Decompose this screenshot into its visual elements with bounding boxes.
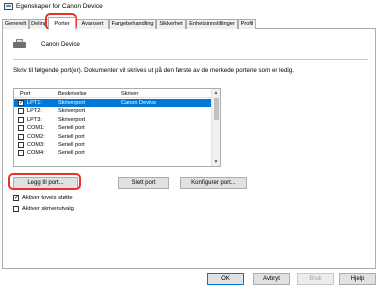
column-header-description[interactable]: Beskrivelse	[58, 91, 87, 97]
port-description: Skriverport	[58, 108, 86, 115]
port-description: Seriell port	[58, 125, 85, 132]
add-port-button[interactable]: Legg til port...	[13, 177, 78, 189]
instruction-text: Skriv til følgende port(er). Dokumenter …	[13, 67, 294, 74]
tab-sikkerhet[interactable]: Sikkerhet	[156, 19, 186, 29]
tab-enhetsinnstillinger[interactable]: Enhetsinnstillinger	[186, 19, 238, 29]
scroll-thumb[interactable]	[214, 98, 219, 120]
port-row[interactable]: COM2: Seriell port	[14, 133, 212, 141]
help-button[interactable]: Hjelp	[339, 273, 376, 285]
printer-icon	[13, 39, 27, 49]
port-row[interactable]: LPT2: Skriverport	[14, 107, 212, 115]
delete-port-button[interactable]: Slett port	[118, 177, 169, 189]
port-list-header: Port Beskrivelse Skriver	[14, 89, 212, 98]
port-name: LPT2:	[27, 108, 42, 115]
column-header-printer[interactable]: Skriver	[121, 91, 138, 97]
checkmark-icon: ✓	[14, 195, 20, 201]
cancel-button[interactable]: Avbryt	[253, 273, 290, 285]
tab-strip: Generelt Deling Porter Avansert Fargebeh…	[2, 17, 376, 30]
port-name: LPT1:	[27, 100, 42, 106]
port-description: Seriell port	[58, 133, 85, 140]
port-name: COM4:	[27, 150, 45, 157]
port-row[interactable]: LPT3: Skriverport	[14, 116, 212, 124]
port-description: Skriverport	[58, 100, 86, 106]
port-row[interactable]: COM4: Seriell port	[14, 149, 212, 157]
port-checkbox[interactable]	[18, 125, 24, 132]
port-printer: Canon Device	[121, 100, 157, 106]
port-checkbox[interactable]	[18, 116, 24, 123]
port-checkbox[interactable]	[18, 150, 24, 157]
port-name: LPT3:	[27, 116, 42, 123]
port-name: COM2:	[27, 133, 45, 140]
tab-avansert[interactable]: Avansert	[76, 19, 109, 29]
ports-tab-panel: Canon Device Skriv til følgende port(er)…	[2, 29, 376, 269]
bidirectional-support-label: Aktiver toveis støtte	[22, 195, 73, 201]
printer-app-icon	[4, 3, 13, 10]
tab-profil[interactable]: Profil	[238, 19, 256, 29]
window-title: Egenskaper for Canon Device	[16, 3, 103, 10]
printer-pooling-label: Aktiver skriverutvalg	[22, 206, 74, 212]
divider	[13, 59, 368, 60]
port-name: COM3:	[27, 141, 45, 148]
port-row[interactable]: COM3: Seriell port	[14, 141, 212, 149]
port-checkbox[interactable]	[18, 108, 24, 115]
device-name: Canon Device	[41, 41, 80, 48]
tab-fargebehandling[interactable]: Fargebehandling	[109, 19, 156, 29]
port-checkbox[interactable]	[18, 99, 24, 106]
title-bar: Egenskaper for Canon Device	[0, 0, 378, 14]
port-list-scrollbar[interactable]: ▲ ▼	[211, 89, 220, 166]
port-description: Skriverport	[58, 116, 86, 123]
tab-porter[interactable]: Porter	[48, 17, 76, 30]
apply-button[interactable]: Bruk	[297, 273, 334, 285]
port-checkbox[interactable]	[18, 141, 24, 148]
scroll-up-icon[interactable]: ▲	[212, 89, 220, 97]
port-name: COM1:	[27, 125, 45, 132]
tab-generelt[interactable]: Generelt	[2, 19, 29, 29]
port-description: Seriell port	[58, 150, 85, 157]
scroll-down-icon[interactable]: ▼	[212, 158, 220, 166]
ok-button[interactable]: OK	[207, 273, 244, 285]
checkbox-box[interactable]: ✓	[13, 195, 19, 201]
column-header-port[interactable]: Port	[20, 91, 30, 97]
port-description: Seriell port	[58, 141, 85, 148]
port-list[interactable]: Port Beskrivelse Skriver LPT1: Skriverpor…	[13, 88, 221, 167]
port-checkbox[interactable]	[18, 133, 24, 140]
tab-deling[interactable]: Deling	[29, 19, 49, 29]
port-row[interactable]: LPT1: Skriverport Canon Device	[14, 99, 212, 108]
configure-port-button[interactable]: Konfigurer port...	[180, 177, 247, 189]
port-rows: LPT1: Skriverport Canon Device LPT2: Skriver…	[14, 99, 212, 158]
checkbox-box[interactable]	[13, 206, 19, 212]
port-row[interactable]: COM1: Seriell port	[14, 124, 212, 132]
